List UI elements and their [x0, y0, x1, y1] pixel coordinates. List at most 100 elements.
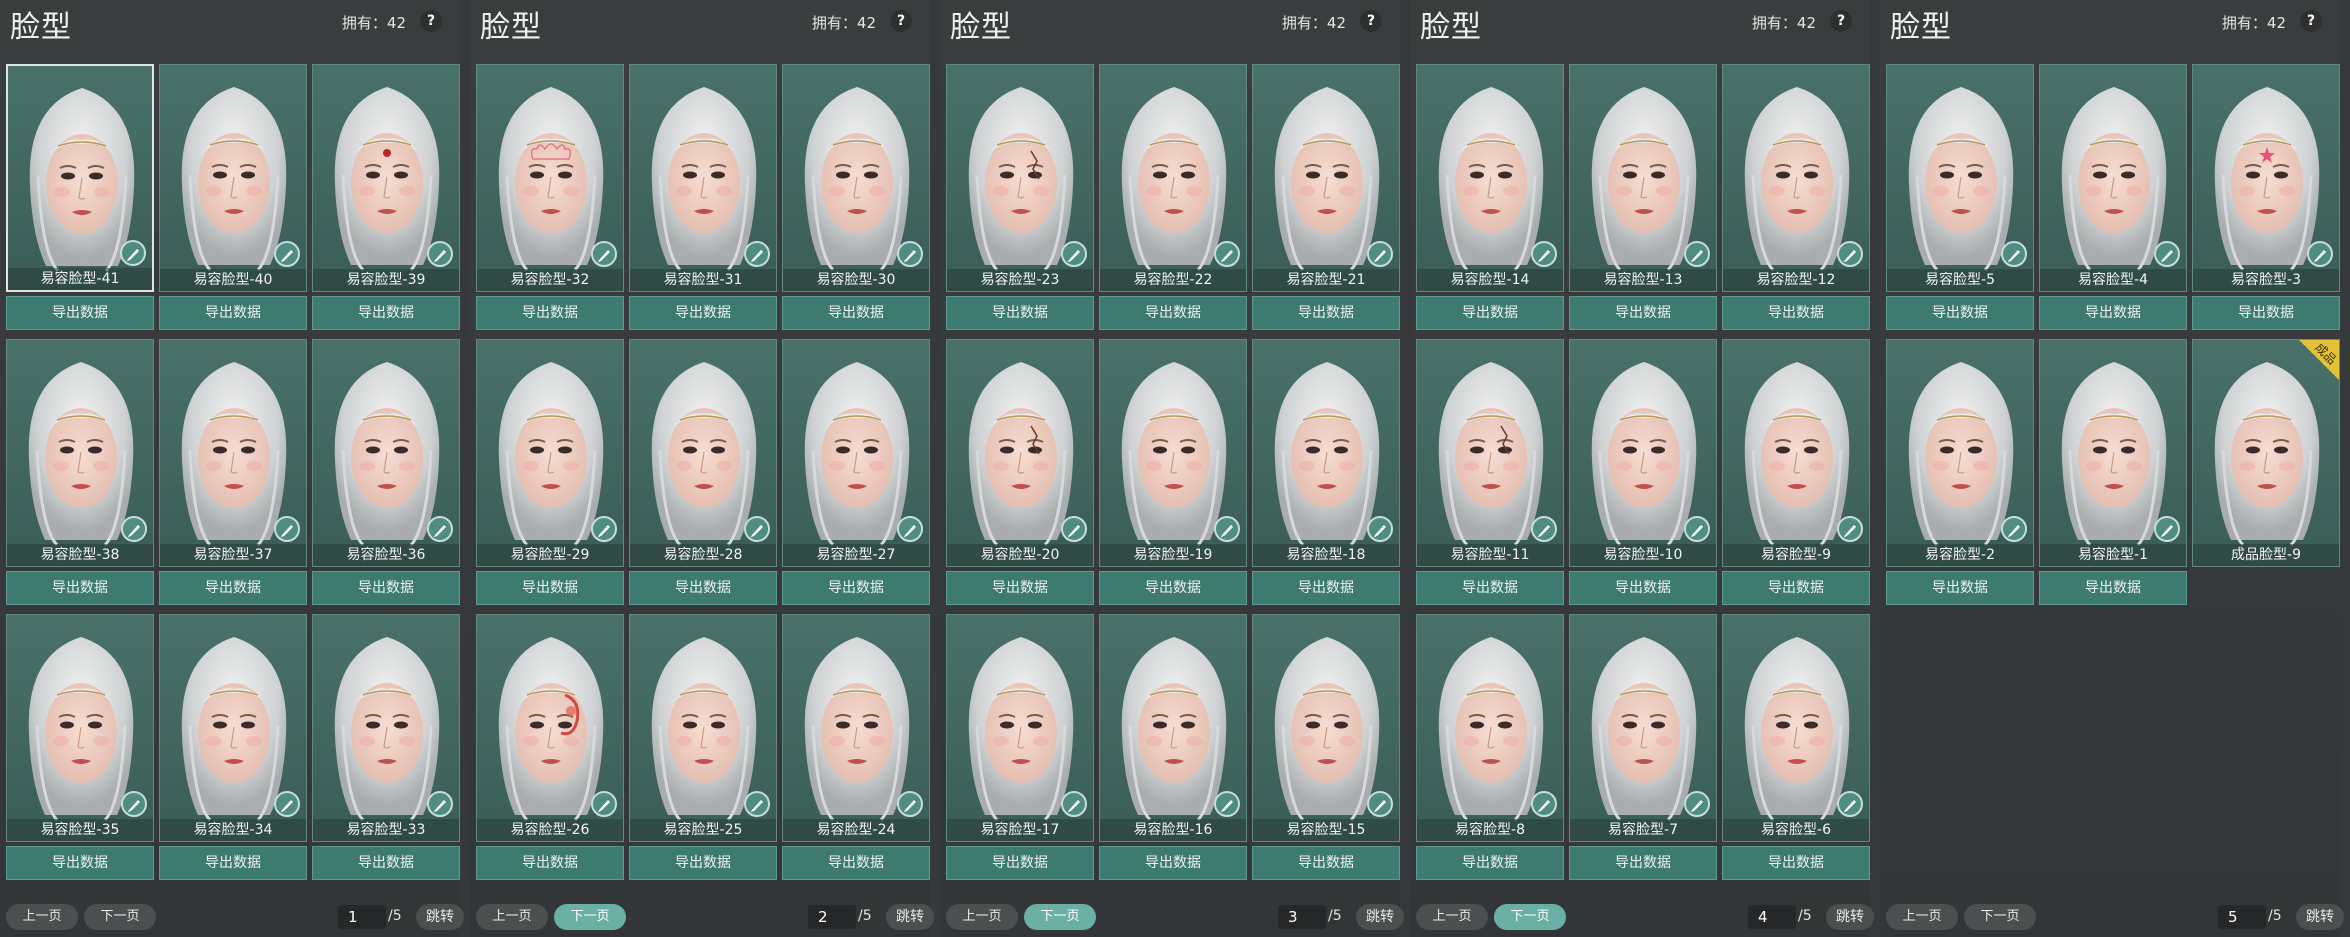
- export-data-button[interactable]: 导出数据: [312, 571, 460, 605]
- export-data-button[interactable]: 导出数据: [159, 571, 307, 605]
- export-data-button[interactable]: 导出数据: [1569, 571, 1717, 605]
- face-card[interactable]: 易容脸型-21: [1252, 64, 1400, 292]
- brush-icon[interactable]: [1367, 516, 1393, 542]
- export-data-button[interactable]: 导出数据: [1569, 296, 1717, 330]
- help-button[interactable]: ?: [420, 10, 442, 32]
- export-data-button[interactable]: 导出数据: [2192, 296, 2340, 330]
- brush-icon[interactable]: [1214, 241, 1240, 267]
- help-button[interactable]: ?: [1360, 10, 1382, 32]
- jump-button[interactable]: 跳转: [2296, 904, 2344, 930]
- face-card[interactable]: 易容脸型-3: [2192, 64, 2340, 292]
- export-data-button[interactable]: 导出数据: [6, 846, 154, 880]
- jump-button[interactable]: 跳转: [1826, 904, 1874, 930]
- brush-icon[interactable]: [1684, 791, 1710, 817]
- brush-icon[interactable]: [1214, 516, 1240, 542]
- face-card[interactable]: 易容脸型-20: [946, 339, 1094, 567]
- export-data-button[interactable]: 导出数据: [1252, 296, 1400, 330]
- help-button[interactable]: ?: [1830, 10, 1852, 32]
- face-card[interactable]: 易容脸型-19: [1099, 339, 1247, 567]
- prev-page-button[interactable]: 上一页: [6, 904, 78, 930]
- face-card[interactable]: 易容脸型-34: [159, 614, 307, 842]
- brush-icon[interactable]: [591, 791, 617, 817]
- face-card[interactable]: 易容脸型-33: [312, 614, 460, 842]
- prev-page-button[interactable]: 上一页: [1886, 904, 1958, 930]
- face-card[interactable]: 易容脸型-14: [1416, 64, 1564, 292]
- face-card[interactable]: 易容脸型-15: [1252, 614, 1400, 842]
- export-data-button[interactable]: 导出数据: [1722, 571, 1870, 605]
- prev-page-button[interactable]: 上一页: [476, 904, 548, 930]
- export-data-button[interactable]: 导出数据: [1722, 296, 1870, 330]
- brush-icon[interactable]: [897, 791, 923, 817]
- face-card[interactable]: 易容脸型-28: [629, 339, 777, 567]
- export-data-button[interactable]: 导出数据: [946, 846, 1094, 880]
- face-card[interactable]: 易容脸型-40: [159, 64, 307, 292]
- brush-icon[interactable]: [2307, 241, 2333, 267]
- face-card[interactable]: 易容脸型-38: [6, 339, 154, 567]
- face-card[interactable]: 易容脸型-32: [476, 64, 624, 292]
- face-card[interactable]: 易容脸型-24: [782, 614, 930, 842]
- export-data-button[interactable]: 导出数据: [782, 846, 930, 880]
- face-card[interactable]: 易容脸型-35: [6, 614, 154, 842]
- brush-icon[interactable]: [427, 791, 453, 817]
- prev-page-button[interactable]: 上一页: [1416, 904, 1488, 930]
- face-card[interactable]: 易容脸型-16: [1099, 614, 1247, 842]
- export-data-button[interactable]: 导出数据: [159, 846, 307, 880]
- page-number-input[interactable]: [1748, 905, 1796, 929]
- face-card[interactable]: 易容脸型-2: [1886, 339, 2034, 567]
- export-data-button[interactable]: 导出数据: [629, 571, 777, 605]
- face-card[interactable]: 易容脸型-6: [1722, 614, 1870, 842]
- export-data-button[interactable]: 导出数据: [476, 571, 624, 605]
- export-data-button[interactable]: 导出数据: [1569, 846, 1717, 880]
- next-page-button[interactable]: 下一页: [554, 904, 626, 930]
- brush-icon[interactable]: [121, 516, 147, 542]
- face-card[interactable]: 易容脸型-22: [1099, 64, 1247, 292]
- export-data-button[interactable]: 导出数据: [1252, 571, 1400, 605]
- export-data-button[interactable]: 导出数据: [476, 846, 624, 880]
- help-button[interactable]: ?: [890, 10, 912, 32]
- face-card[interactable]: 易容脸型-31: [629, 64, 777, 292]
- brush-icon[interactable]: [427, 516, 453, 542]
- brush-icon[interactable]: [1837, 241, 1863, 267]
- brush-icon[interactable]: [427, 241, 453, 267]
- prev-page-button[interactable]: 上一页: [946, 904, 1018, 930]
- page-number-input[interactable]: [1278, 905, 1326, 929]
- face-card[interactable]: 易容脸型-1: [2039, 339, 2187, 567]
- export-data-button[interactable]: 导出数据: [1886, 296, 2034, 330]
- export-data-button[interactable]: 导出数据: [2039, 571, 2187, 605]
- brush-icon[interactable]: [1837, 516, 1863, 542]
- face-card[interactable]: 易容脸型-8: [1416, 614, 1564, 842]
- face-card[interactable]: 易容脸型-41: [6, 64, 154, 292]
- face-card[interactable]: 易容脸型-4: [2039, 64, 2187, 292]
- export-data-button[interactable]: 导出数据: [946, 296, 1094, 330]
- brush-icon[interactable]: [897, 241, 923, 267]
- export-data-button[interactable]: 导出数据: [2039, 296, 2187, 330]
- next-page-button[interactable]: 下一页: [1964, 904, 2036, 930]
- brush-icon[interactable]: [1214, 791, 1240, 817]
- help-button[interactable]: ?: [2300, 10, 2322, 32]
- export-data-button[interactable]: 导出数据: [946, 571, 1094, 605]
- face-card[interactable]: 易容脸型-13: [1569, 64, 1717, 292]
- brush-icon[interactable]: [274, 516, 300, 542]
- brush-icon[interactable]: [744, 791, 770, 817]
- next-page-button[interactable]: 下一页: [1024, 904, 1096, 930]
- export-data-button[interactable]: 导出数据: [782, 571, 930, 605]
- brush-icon[interactable]: [744, 241, 770, 267]
- export-data-button[interactable]: 导出数据: [1416, 846, 1564, 880]
- brush-icon[interactable]: [274, 241, 300, 267]
- brush-icon[interactable]: [2001, 241, 2027, 267]
- jump-button[interactable]: 跳转: [1356, 904, 1404, 930]
- brush-icon[interactable]: [1061, 241, 1087, 267]
- export-data-button[interactable]: 导出数据: [312, 296, 460, 330]
- export-data-button[interactable]: 导出数据: [6, 296, 154, 330]
- export-data-button[interactable]: 导出数据: [1099, 296, 1247, 330]
- brush-icon[interactable]: [2001, 516, 2027, 542]
- face-card[interactable]: 易容脸型-9: [1722, 339, 1870, 567]
- export-data-button[interactable]: 导出数据: [476, 296, 624, 330]
- brush-icon[interactable]: [1684, 516, 1710, 542]
- brush-icon[interactable]: [274, 791, 300, 817]
- jump-button[interactable]: 跳转: [416, 904, 464, 930]
- brush-icon[interactable]: [744, 516, 770, 542]
- export-data-button[interactable]: 导出数据: [1252, 846, 1400, 880]
- brush-icon[interactable]: [1837, 791, 1863, 817]
- face-card[interactable]: 成品脸型-9 成品: [2192, 339, 2340, 567]
